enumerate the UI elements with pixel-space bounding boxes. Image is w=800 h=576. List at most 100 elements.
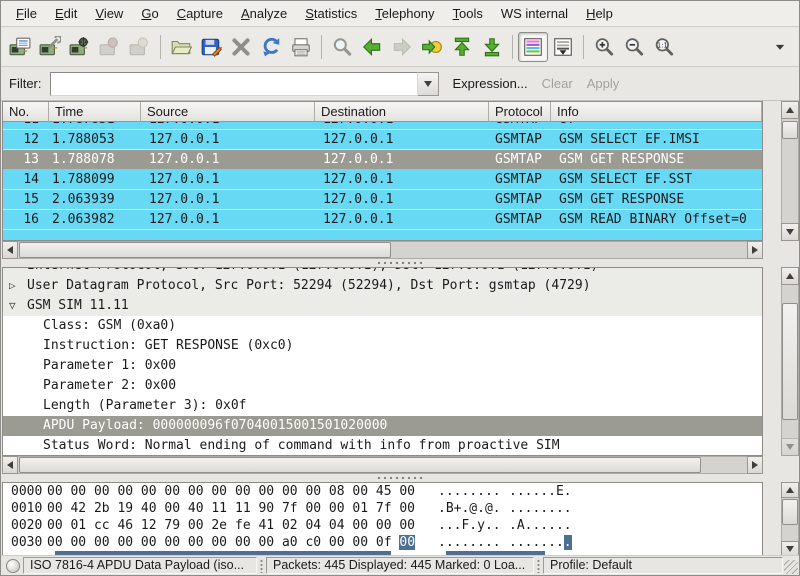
- print-button[interactable]: [286, 32, 316, 62]
- status-profile[interactable]: Profile: Default: [543, 557, 783, 574]
- detail-row-status-word[interactable]: Status Word: Normal ending of command wi…: [3, 436, 762, 456]
- column-header-no[interactable]: No.: [3, 102, 49, 122]
- filter-dropdown-button[interactable]: [418, 72, 439, 96]
- menu-edit[interactable]: Edit: [46, 2, 86, 25]
- hex-row[interactable]: 0020 00 01 cc 46 12 79 00 2e fe 41 02 04…: [3, 517, 762, 534]
- hex-row[interactable]: 0030 00 00 00 00 00 00 00 00 00 00 a0 c0…: [3, 534, 762, 551]
- capture-start-button[interactable]: [65, 32, 95, 62]
- packet-list: No. Time Source Destination Protocol Inf…: [2, 101, 763, 241]
- column-header-time[interactable]: Time: [49, 102, 141, 122]
- zoom-100-button[interactable]: 1:1: [649, 32, 679, 62]
- detail-row-udp[interactable]: ▷ User Datagram Protocol, Src Port: 5229…: [3, 276, 762, 296]
- window-resize-grip[interactable]: [784, 560, 798, 574]
- menu-statistics[interactable]: Statistics: [296, 2, 366, 25]
- save-button[interactable]: [196, 32, 226, 62]
- pane-splitter[interactable]: [1, 474, 799, 482]
- close-button[interactable]: [226, 32, 256, 62]
- menu-go[interactable]: Go: [132, 2, 167, 25]
- colorize-toggle[interactable]: [518, 32, 548, 62]
- packet-row[interactable]: 16 2.063982 127.0.0.1 127.0.0.1 GSMTAP G…: [3, 210, 762, 230]
- scroll-up-button[interactable]: [781, 482, 799, 498]
- splitter-handle-icon: [376, 261, 424, 265]
- menu-capture[interactable]: Capture: [168, 2, 232, 25]
- reload-icon: [260, 36, 282, 58]
- open-button[interactable]: [166, 32, 196, 62]
- tree-expanded-icon[interactable]: ▽: [9, 296, 23, 316]
- status-bar: ISO 7816-4 APDU Data Payload (iso... Pac…: [1, 555, 799, 575]
- detail-vscrollbar[interactable]: [781, 267, 799, 456]
- zoom-100-icon: 1:1: [653, 36, 675, 58]
- packet-list-hscrollbar[interactable]: [2, 241, 763, 259]
- pane-splitter[interactable]: [1, 259, 799, 267]
- menu-ws-internal[interactable]: WS internal: [492, 2, 577, 25]
- hscroll-thumb[interactable]: [19, 242, 391, 258]
- tree-collapsed-icon[interactable]: ▷: [9, 276, 23, 296]
- detail-row-instruction[interactable]: Instruction: GET RESPONSE (0xc0): [3, 336, 762, 356]
- find-icon: [331, 36, 353, 58]
- packet-list-vscrollbar[interactable]: [781, 101, 799, 241]
- vscroll-thumb[interactable]: [782, 121, 798, 139]
- hex-row[interactable]: 0000 00 00 00 00 00 00 00 00 00 00 00 00…: [3, 483, 762, 500]
- scroll-left-button[interactable]: [2, 456, 18, 474]
- detail-hscrollbar[interactable]: [2, 456, 763, 474]
- toolbar-separator: [160, 35, 161, 59]
- expert-info-icon[interactable]: [6, 559, 20, 573]
- scroll-right-button[interactable]: [747, 241, 763, 259]
- go-back-button[interactable]: [357, 32, 387, 62]
- menu-view[interactable]: View: [86, 2, 132, 25]
- selected-ascii-char[interactable]: .: [564, 535, 572, 550]
- packet-row-selected[interactable]: 13 1.788078 127.0.0.1 127.0.0.1 GSMTAP G…: [3, 150, 762, 170]
- detail-row-gsm-sim[interactable]: ▽ GSM SIM 11.11: [3, 296, 762, 316]
- packet-row[interactable]: 15 2.063939 127.0.0.1 127.0.0.1 GSMTAP G…: [3, 190, 762, 210]
- go-to-bottom-icon: [481, 36, 503, 58]
- menu-file[interactable]: File: [7, 2, 46, 25]
- detail-row-length[interactable]: Length (Parameter 3): 0x0f: [3, 396, 762, 416]
- scroll-left-button[interactable]: [2, 241, 18, 259]
- find-button[interactable]: [327, 32, 357, 62]
- detail-row-clipped[interactable]: Internet Protocol, Src: 127.0.0.1 (127.0…: [3, 268, 762, 276]
- clear-button: Clear: [542, 76, 573, 91]
- zoom-in-button[interactable]: [589, 32, 619, 62]
- hex-vscrollbar[interactable]: [781, 482, 799, 557]
- hscroll-thumb[interactable]: [19, 457, 701, 473]
- capture-start-icon: [69, 36, 91, 58]
- packet-detail-tree: Internet Protocol, Src: 127.0.0.1 (127.0…: [2, 267, 763, 456]
- auto-scroll-toggle[interactable]: [548, 32, 578, 62]
- capture-stop-icon: [99, 36, 121, 58]
- filter-input[interactable]: [50, 72, 418, 96]
- toolbar-overflow-button[interactable]: [765, 32, 795, 62]
- menu-tools[interactable]: Tools: [444, 2, 492, 25]
- column-header-destination[interactable]: Destination: [315, 102, 489, 122]
- reload-button[interactable]: [256, 32, 286, 62]
- expression-button[interactable]: Expression...: [453, 76, 528, 91]
- hex-row[interactable]: 0010 00 42 2b 19 40 00 40 11 11 90 7f 00…: [3, 500, 762, 517]
- menu-telephony[interactable]: Telephony: [366, 2, 443, 25]
- go-to-packet-button[interactable]: [417, 32, 447, 62]
- column-header-source[interactable]: Source: [141, 102, 315, 122]
- scroll-down-button[interactable]: [781, 438, 799, 456]
- detail-row-parameter2[interactable]: Parameter 2: 0x00: [3, 376, 762, 396]
- detail-row-class[interactable]: Class: GSM (0xa0): [3, 316, 762, 336]
- go-to-bottom-button[interactable]: [477, 32, 507, 62]
- interfaces-button[interactable]: [5, 32, 35, 62]
- selected-hex-byte[interactable]: 00: [399, 535, 415, 550]
- scroll-right-button[interactable]: [747, 456, 763, 474]
- packet-row[interactable]: 12 1.788053 127.0.0.1 127.0.0.1 GSMTAP G…: [3, 130, 762, 150]
- column-header-protocol[interactable]: Protocol: [489, 102, 551, 122]
- packet-row-clipped[interactable]: 11 1.787851 127.0.0.1 127.0.0.1 GSMTAP G…: [3, 122, 762, 130]
- vscroll-thumb[interactable]: [782, 303, 798, 420]
- column-header-info[interactable]: Info: [551, 102, 762, 122]
- scroll-up-button[interactable]: [781, 101, 799, 119]
- zoom-out-button[interactable]: [619, 32, 649, 62]
- capture-options-button[interactable]: [35, 32, 65, 62]
- scroll-up-button[interactable]: [781, 267, 799, 285]
- go-to-top-button[interactable]: [447, 32, 477, 62]
- print-icon: [290, 36, 312, 58]
- menu-analyze[interactable]: Analyze: [232, 2, 296, 25]
- packet-row[interactable]: 14 1.788099 127.0.0.1 127.0.0.1 GSMTAP G…: [3, 170, 762, 190]
- vscroll-thumb[interactable]: [782, 499, 798, 525]
- menu-help[interactable]: Help: [577, 2, 622, 25]
- scroll-down-button[interactable]: [781, 223, 799, 241]
- detail-row-parameter1[interactable]: Parameter 1: 0x00: [3, 356, 762, 376]
- detail-row-apdu-payload-selected[interactable]: APDU Payload: 000000096f0704001500150102…: [3, 416, 762, 436]
